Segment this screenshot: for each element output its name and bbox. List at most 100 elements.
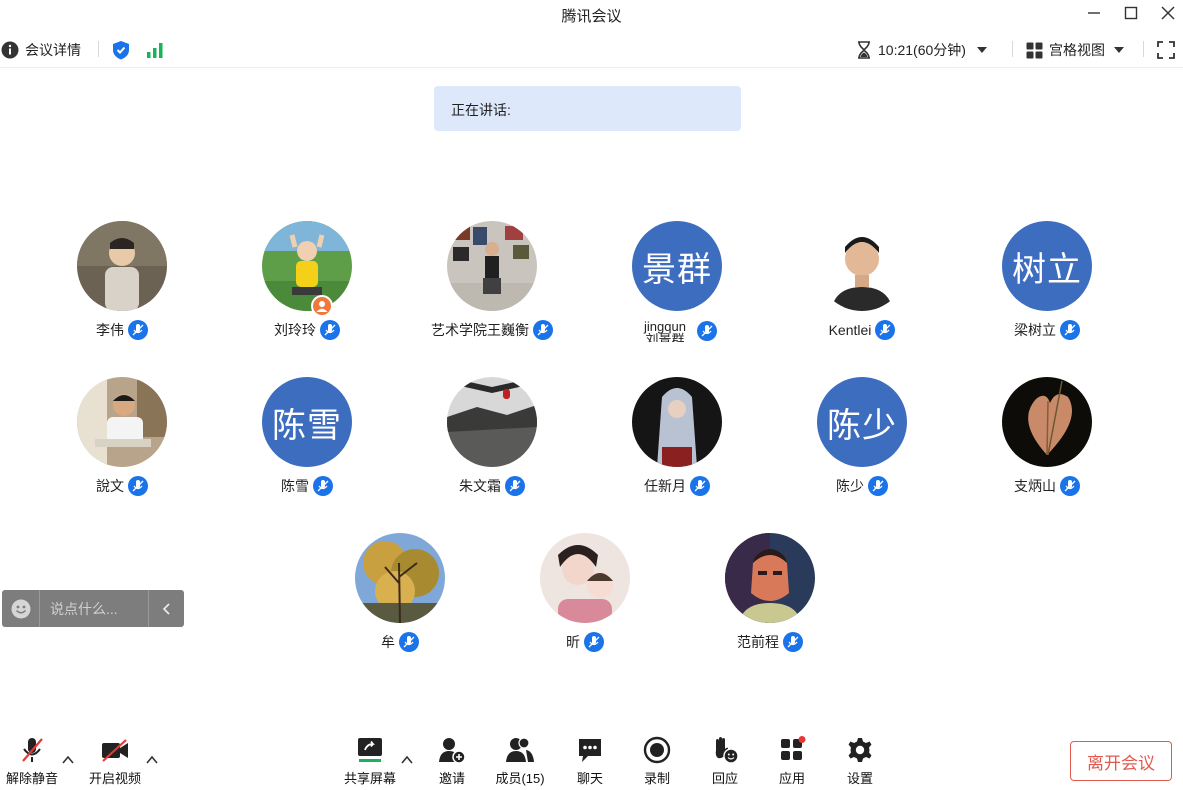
participant-avatar (77, 221, 167, 311)
mic-muted-icon (22, 737, 43, 762)
raise-hand-icon (715, 736, 739, 764)
participant-avatar (262, 221, 352, 311)
audio-options-caret[interactable] (61, 753, 75, 767)
participant-avatar (632, 377, 722, 467)
participant-avatar (725, 533, 815, 623)
meeting-details-button[interactable]: 会议详情 (1, 39, 81, 61)
shield-icon (113, 41, 129, 60)
view-mode-label: 宫格视图 (1049, 42, 1105, 58)
camera-off-icon (102, 738, 128, 762)
leave-meeting-button[interactable]: 离开会议 (1070, 741, 1172, 781)
quick-chat-input[interactable]: 说点什么... (40, 599, 148, 619)
participant-tile[interactable]: 刘玲玲 (227, 221, 387, 351)
participant-name: 昕 (566, 634, 580, 650)
mic-status-icon (505, 476, 525, 496)
participant-tile[interactable]: 昕 (505, 533, 665, 663)
close-icon (1161, 6, 1175, 20)
photo-avatar-icon (355, 533, 445, 623)
fullscreen-icon (1157, 41, 1175, 59)
video-options-caret[interactable] (145, 753, 159, 767)
participant-tile[interactable]: 陈雪 陈雪 (227, 377, 387, 507)
photo-avatar-icon (447, 377, 537, 467)
participant-name: jingqun 刘景群 (644, 320, 686, 342)
minimize-button[interactable] (1075, 0, 1113, 26)
participant-tile[interactable]: 树立 梁树立 (967, 221, 1127, 351)
participant-tile[interactable]: 朱文霜 (412, 377, 572, 507)
participant-tile[interactable]: Kentlei (782, 221, 942, 351)
close-button[interactable] (1149, 0, 1183, 26)
view-mode-button[interactable]: 宫格视图 (1026, 39, 1125, 61)
record-button[interactable]: 录制 (622, 735, 692, 787)
chevron-down-icon (1114, 47, 1124, 53)
participant-name: Kentlei (828, 322, 872, 338)
chevron-down-icon (976, 47, 987, 53)
apps-button[interactable]: 应用 (757, 735, 827, 787)
meeting-details-label: 会议详情 (25, 42, 81, 58)
participant-tile[interactable]: 艺术学院王巍衡 (412, 221, 572, 351)
participant-tile[interactable]: 李伟 (42, 221, 202, 351)
participant-name: 支炳山 (1014, 478, 1056, 494)
participant-tile[interactable]: 景群 jingqun 刘景群 (597, 221, 757, 351)
participant-name: 朱文霜 (459, 478, 501, 494)
members-button[interactable]: 成员(15) (485, 735, 555, 787)
fullscreen-button[interactable] (1157, 39, 1181, 61)
share-screen-label: 共享屏幕 (343, 771, 396, 786)
divider (98, 41, 99, 57)
participant-name: 梁树立 (1014, 322, 1056, 338)
react-button[interactable]: 回应 (690, 735, 760, 787)
signal-icon (147, 43, 163, 58)
participant-tile[interactable]: 支炳山 (967, 377, 1127, 507)
chat-button[interactable]: 聊天 (555, 735, 625, 787)
divider (1012, 41, 1013, 57)
network-status[interactable] (146, 39, 170, 61)
timer-label: 10:21(60分钟) (878, 42, 966, 58)
start-video-button[interactable]: 开启视频 (80, 735, 150, 787)
photo-avatar-icon (77, 377, 167, 467)
share-screen-button[interactable]: 共享屏幕 (335, 735, 405, 787)
participant-tile[interactable]: 任新月 (597, 377, 757, 507)
record-icon (643, 736, 671, 763)
photo-avatar-icon (77, 221, 167, 311)
mic-status-icon (868, 476, 888, 496)
participant-avatar (540, 533, 630, 623)
participant-avatar (77, 377, 167, 467)
participant-avatar (355, 533, 445, 623)
emoji-button[interactable] (2, 590, 40, 627)
mic-status-icon (584, 632, 604, 652)
participant-name: 李伟 (96, 322, 124, 338)
security-button[interactable] (112, 39, 136, 61)
participant-avatar (447, 221, 537, 311)
participant-name: 范前程 (737, 634, 779, 650)
mic-status-icon (128, 476, 148, 496)
participant-name: 任新月 (644, 478, 686, 494)
share-options-caret[interactable] (400, 753, 414, 767)
settings-button[interactable]: 设置 (825, 735, 895, 787)
participant-tile[interactable]: 陈少 陈少 (782, 377, 942, 507)
meeting-info-bar: 会议详情 10:21(60分钟) 宫格视图 (0, 30, 1183, 68)
chevron-left-icon (162, 602, 170, 615)
participant-avatar (817, 221, 907, 311)
photo-avatar-icon (817, 221, 907, 311)
participant-tile[interactable]: 牟 (320, 533, 480, 663)
mic-status-icon (128, 320, 148, 340)
participant-initials-avatar: 景群 (632, 221, 722, 311)
members-icon (506, 736, 534, 762)
photo-avatar-icon (262, 221, 352, 311)
mic-status-icon (1060, 320, 1080, 340)
unmute-button[interactable]: 解除静音 (0, 735, 67, 787)
collapse-chat-button[interactable] (148, 590, 184, 627)
participant-tile[interactable]: 范前程 (690, 533, 850, 663)
start-video-label: 开启视频 (88, 771, 141, 786)
maximize-button[interactable] (1112, 0, 1150, 26)
settings-label: 设置 (846, 771, 873, 786)
apps-grid-icon (781, 735, 806, 760)
share-screen-icon (358, 737, 382, 762)
invite-button[interactable]: 邀请 (417, 735, 487, 787)
info-icon (1, 41, 19, 59)
smiley-icon (11, 599, 30, 618)
participant-tile[interactable]: 說文 (42, 377, 202, 507)
apps-label: 应用 (778, 771, 805, 786)
meeting-timer[interactable]: 10:21(60分钟) (856, 39, 988, 61)
mic-status-icon (690, 476, 710, 496)
speaking-indicator: 正在讲话: (434, 86, 741, 131)
